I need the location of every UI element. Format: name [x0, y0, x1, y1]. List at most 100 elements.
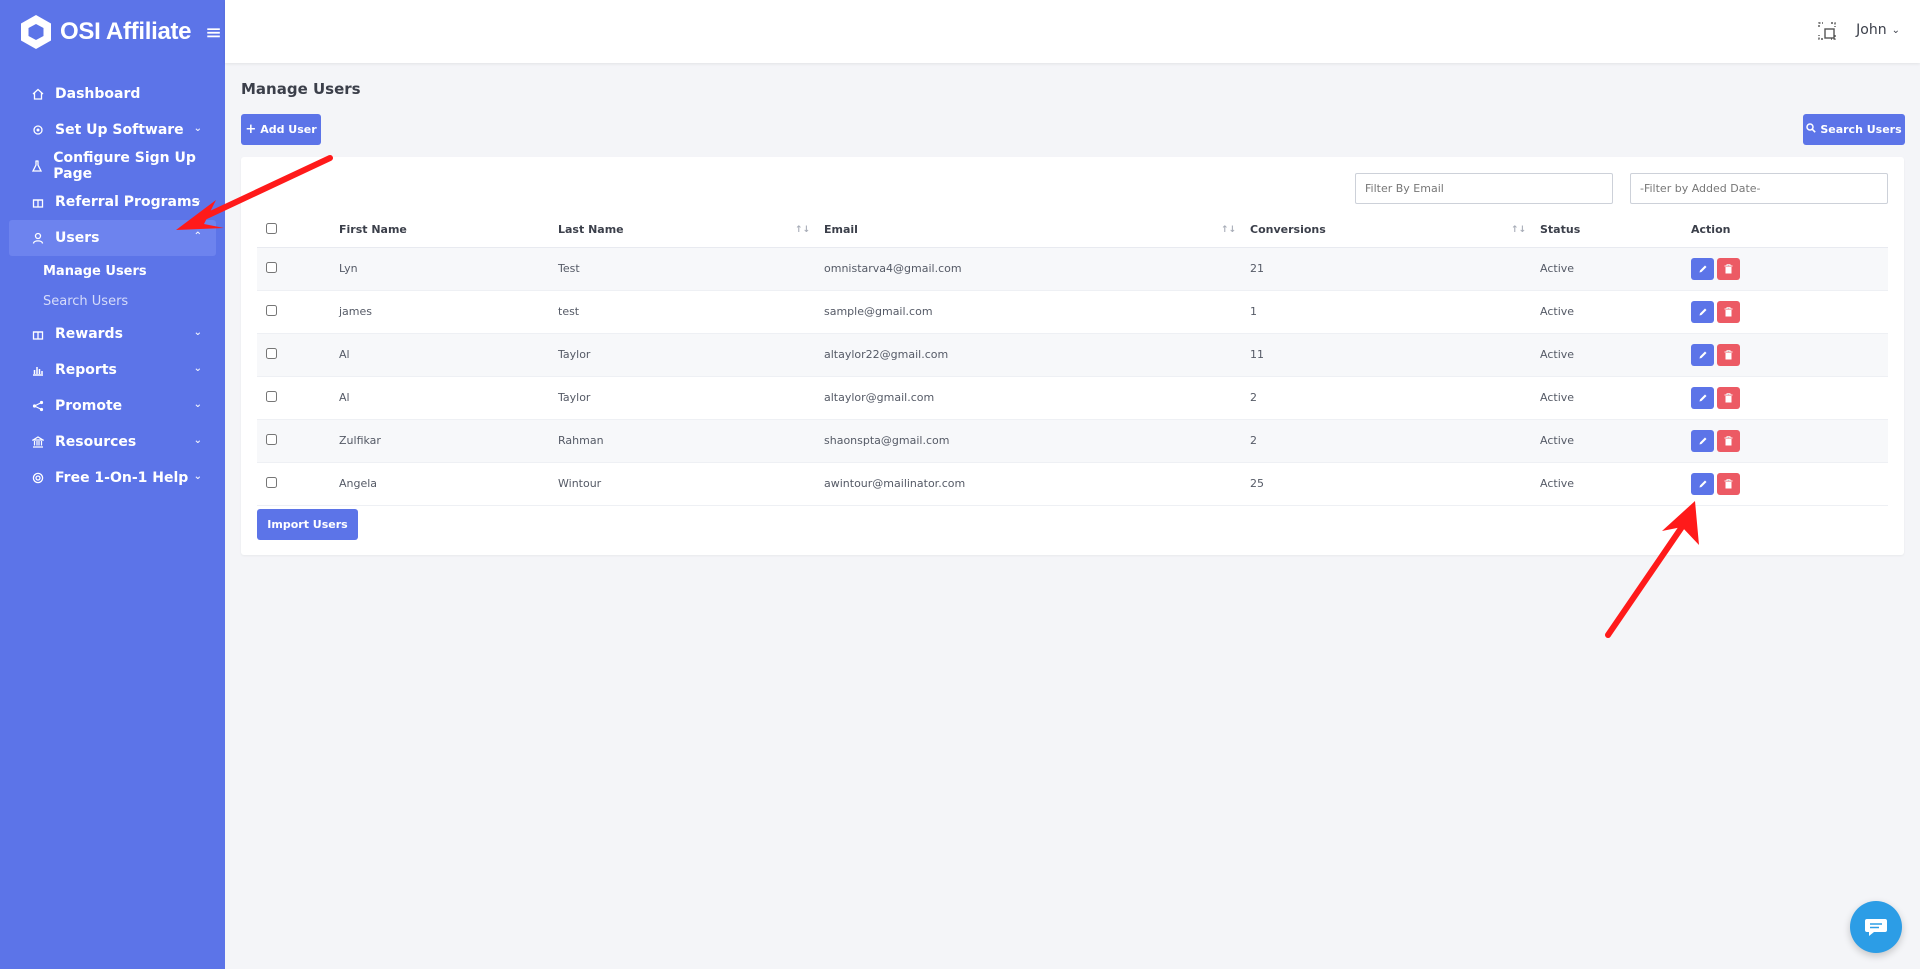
conversions-cell: 25 [1250, 477, 1264, 490]
table-row: Zulfikar Rahman shaonspta@gmail.com 2 Ac… [257, 419, 1888, 462]
user-icon [31, 231, 45, 245]
chat-widget-button[interactable] [1850, 901, 1902, 953]
brand-name: OSI Affiliate [60, 18, 192, 45]
sidebar-item-label: Dashboard [55, 86, 141, 102]
column-label: Conversions [1250, 223, 1326, 237]
user-menu[interactable]: John ⌄ [1856, 22, 1900, 38]
filter-email-input[interactable] [1355, 173, 1613, 204]
sidebar-item-label: Set Up Software [55, 122, 184, 138]
email-cell: omnistarva4@gmail.com [824, 247, 1250, 290]
edit-button[interactable] [1691, 429, 1714, 452]
delete-button[interactable] [1717, 257, 1740, 280]
pencil-icon [1699, 351, 1706, 358]
conversions-cell: 2 [1250, 419, 1540, 462]
sidebar-item-referral-programs[interactable]: Referral Programs ⌄ [9, 184, 216, 220]
pencil-icon [1699, 480, 1706, 487]
column-header-status: Status [1540, 213, 1691, 248]
brand: OSI Affiliate ≡ [0, 0, 225, 64]
table-row: Angela Wintour awintour@mailinator.com 2… [257, 462, 1888, 505]
select-all-checkbox[interactable] [266, 222, 277, 234]
sidebar-item-set-up-software[interactable]: Set Up Software ⌄ [9, 112, 216, 148]
delete-button[interactable] [1717, 343, 1740, 366]
sidebar-item-reports[interactable]: Reports ⌄ [9, 352, 216, 388]
sidebar-item-label: Users [55, 230, 100, 246]
last-name-cell: test [558, 305, 580, 318]
status-cell: Active [1540, 419, 1691, 462]
edit-button[interactable] [1691, 343, 1714, 366]
status-cell: Active [1540, 305, 1575, 318]
filter-date-input[interactable] [1630, 173, 1888, 204]
chat-icon [1865, 919, 1887, 936]
chevron-down-icon: ⌄ [193, 399, 202, 410]
sidebar-subitem-manage-users[interactable]: Manage Users [0, 256, 225, 286]
sidebar-item-resources[interactable]: Resources ⌄ [9, 424, 216, 460]
first-name-cell: Al [339, 391, 350, 404]
status-cell: Active [1540, 333, 1691, 376]
sidebar-item-users[interactable]: Users ⌃ [9, 220, 216, 256]
conversions-cell: 2 [1250, 391, 1257, 404]
table-row: Al Taylor altaylor22@gmail.com 11 Active [257, 333, 1888, 376]
sort-icon[interactable]: ↑↓ [1511, 225, 1526, 235]
email-cell: shaonspta@gmail.com [824, 419, 1250, 462]
column-header-conversions[interactable]: Conversions ↑↓ [1250, 213, 1540, 248]
edit-button[interactable] [1691, 300, 1714, 323]
search-icon [1806, 123, 1817, 136]
edit-button[interactable] [1691, 472, 1714, 495]
last-name-cell: Wintour [558, 477, 602, 490]
fullscreen-icon[interactable] [1818, 22, 1836, 40]
chevron-down-icon: ⌄ [193, 195, 202, 206]
pencil-icon [1699, 394, 1706, 401]
table-row: Lyn Test omnistarva4@gmail.com 21 Active [257, 247, 1888, 290]
hamburger-menu-icon[interactable]: ≡ [205, 22, 222, 42]
search-users-button[interactable]: Search Users [1803, 114, 1905, 145]
status-cell: Active [1540, 391, 1575, 404]
flask-icon [31, 159, 43, 173]
select-all-cell [257, 213, 339, 248]
column-header-action: Action [1691, 213, 1888, 248]
page-title: Manage Users [241, 80, 361, 98]
row-checkbox[interactable] [266, 390, 277, 402]
sort-icon[interactable]: ↑↓ [1221, 225, 1236, 235]
row-checkbox[interactable] [266, 476, 277, 488]
last-name-cell: Test [558, 247, 824, 290]
sidebar-item-configure-sign-up-page[interactable]: Configure Sign Up Page [9, 148, 216, 184]
sidebar-subitem-search-users[interactable]: Search Users [0, 286, 225, 316]
import-users-button[interactable]: Import Users [257, 509, 358, 540]
column-label: Last Name [558, 223, 624, 237]
share-icon [31, 399, 45, 413]
edit-button[interactable] [1691, 257, 1714, 280]
delete-button[interactable] [1717, 472, 1740, 495]
hexagon-logo-icon [18, 14, 54, 50]
last-name-cell: Rahman [558, 419, 824, 462]
row-checkbox[interactable] [266, 433, 277, 445]
sidebar-item-promote[interactable]: Promote ⌄ [9, 388, 216, 424]
sort-icon[interactable]: ↑↓ [795, 225, 810, 235]
trash-icon [1724, 435, 1733, 445]
add-user-button[interactable]: + Add User [241, 114, 321, 145]
pencil-icon [1699, 437, 1706, 444]
chevron-up-icon: ⌃ [193, 231, 202, 242]
delete-button[interactable] [1717, 300, 1740, 323]
table-header-row: First Name Last Name ↑↓ Email ↑↓ Conversio… [257, 213, 1888, 248]
row-checkbox[interactable] [266, 261, 277, 273]
edit-button[interactable] [1691, 386, 1714, 409]
sidebar-item-dashboard[interactable]: Dashboard [9, 76, 216, 112]
gift-icon [31, 195, 45, 209]
sidebar-item-label: Configure Sign Up Page [53, 150, 196, 182]
sidebar-item-rewards[interactable]: Rewards ⌄ [9, 316, 216, 352]
chevron-down-icon: ⌄ [1891, 24, 1900, 36]
gear-icon [31, 123, 45, 137]
sidebar-item-label: Reports [55, 362, 117, 378]
delete-button[interactable] [1717, 386, 1740, 409]
trash-icon [1724, 263, 1733, 273]
row-checkbox[interactable] [266, 304, 277, 316]
sidebar-item-free-help[interactable]: Free 1-On-1 Help ⌄ [9, 460, 216, 496]
delete-button[interactable] [1717, 429, 1740, 452]
row-checkbox[interactable] [266, 347, 277, 359]
users-card: First Name Last Name ↑↓ Email ↑↓ Conversio… [241, 157, 1904, 555]
column-header-email[interactable]: Email ↑↓ [824, 213, 1250, 248]
column-header-first-name[interactable]: First Name [339, 213, 558, 248]
status-cell: Active [1540, 477, 1575, 490]
trash-icon [1724, 349, 1733, 359]
column-header-last-name[interactable]: Last Name ↑↓ [558, 213, 824, 248]
